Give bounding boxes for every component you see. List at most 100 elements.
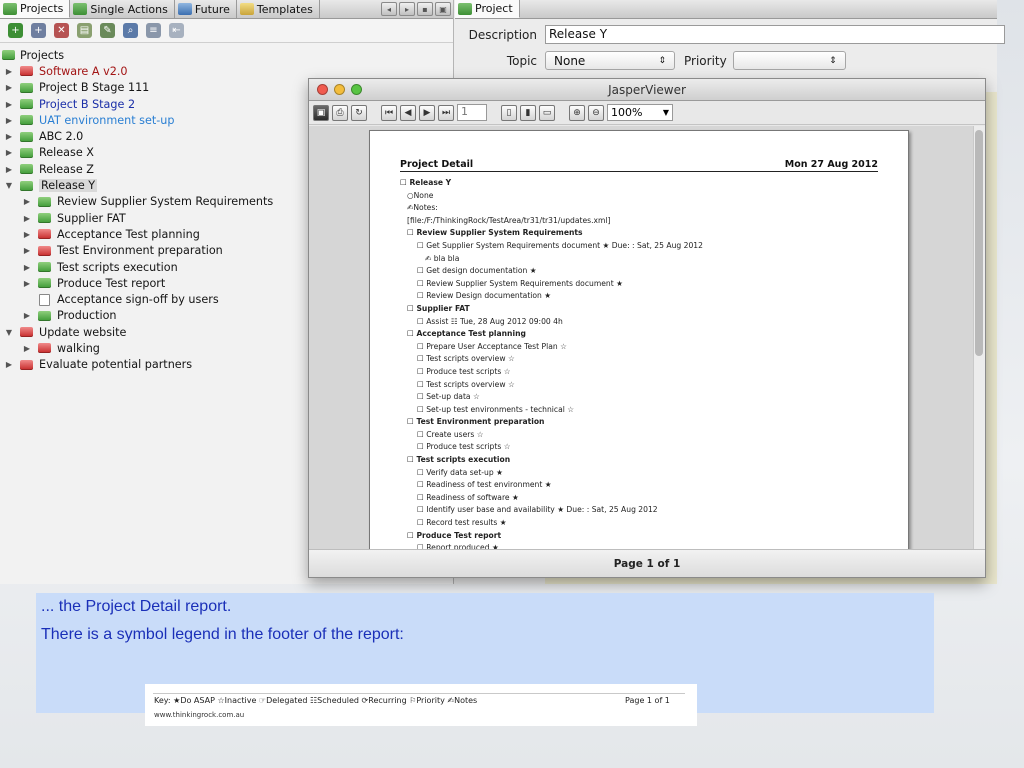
report-page: Project Detail Mon 27 Aug 2012 ☐ Release…: [369, 130, 909, 550]
report-item-line: ☐ Review Supplier System Requirements do…: [417, 278, 623, 288]
report-item-line: ☐ Identify user base and availability ★ …: [417, 505, 658, 515]
description-input[interactable]: Release Y: [545, 25, 1005, 44]
report-item-line: ☐ Readiness of test environment ★: [417, 480, 552, 490]
tab-single-actions[interactable]: Single Actions: [70, 0, 175, 18]
project-folder-icon: [20, 180, 33, 191]
project-folder-icon: [38, 310, 51, 321]
jasper-viewer-window: JasperViewer ▣ ⎙ ↻ ⏮ ◀ ▶ ⏭ 1 ▯ ▮ ▭ ⊕ ⊖ 1…: [308, 78, 986, 578]
tree-item-label: Test Environment preparation: [57, 244, 223, 258]
fit-page-icon[interactable]: ▮: [520, 104, 536, 121]
zoom-out-icon[interactable]: ⊖: [588, 104, 604, 121]
collapsed-arrow-icon[interactable]: ▶: [22, 279, 32, 288]
topic-value: None: [554, 53, 586, 68]
project-folder-icon: [38, 278, 51, 289]
tab-project[interactable]: Project: [455, 0, 520, 18]
updown-arrow-icon: ⇕: [829, 55, 837, 66]
page-number-input[interactable]: 1: [457, 104, 487, 121]
collapsed-arrow-icon[interactable]: ▶: [4, 83, 14, 92]
tree-item[interactable]: Projects: [0, 47, 454, 63]
topic-select[interactable]: None ⇕: [545, 51, 675, 70]
collapsed-arrow-icon[interactable]: ▶: [22, 263, 32, 272]
collapsed-arrow-icon[interactable]: ▶: [4, 100, 14, 109]
tab-future[interactable]: Future: [175, 0, 237, 18]
paste-icon[interactable]: ▤: [77, 23, 92, 38]
collapsed-arrow-icon[interactable]: ▶: [22, 214, 32, 223]
templates-icon: [239, 3, 254, 15]
collapsed-arrow-icon[interactable]: ▶: [4, 116, 14, 125]
report-item-line: ☐ Verify data set-up ★: [417, 467, 503, 477]
collapsed-arrow-icon[interactable]: ▶: [22, 311, 32, 320]
inactive-project-icon: [20, 327, 33, 338]
report-item-line: ✍ bla bla: [425, 253, 460, 263]
tab-projects[interactable]: Projects: [0, 0, 71, 18]
collapsed-arrow-icon[interactable]: ▶: [4, 132, 14, 141]
tree-item-label: Release Z: [39, 162, 94, 176]
report-item-line: ☐ Produce test scripts ☆: [417, 442, 511, 452]
tree-item-label: Review Supplier System Requirements: [57, 195, 274, 209]
report-item-line: ☐ Get Supplier System Requirements docum…: [417, 240, 703, 250]
previous-page-icon[interactable]: ◀: [400, 104, 416, 121]
print-icon[interactable]: ⎙: [332, 104, 348, 121]
add-project-icon[interactable]: +: [8, 23, 23, 38]
projects-icon: [3, 2, 17, 15]
search-icon[interactable]: ⌕: [123, 23, 138, 38]
report-lines: ☐ Release Y ○None ✍Notes: [file:/F:/Thinkin…: [400, 177, 900, 550]
fit-width-icon[interactable]: ▭: [539, 104, 555, 121]
report-viewport[interactable]: Project Detail Mon 27 Aug 2012 ☐ Release…: [309, 126, 985, 550]
scrollbar-thumb[interactable]: [975, 130, 983, 356]
reload-icon[interactable]: ↻: [351, 104, 367, 121]
last-page-icon[interactable]: ⏭: [438, 104, 454, 121]
minimize-button[interactable]: ▪: [417, 2, 433, 16]
actual-size-icon[interactable]: ▯: [501, 104, 517, 121]
tab-label: Projects: [20, 2, 64, 15]
vertical-scrollbar[interactable]: [973, 126, 985, 550]
zoom-in-icon[interactable]: ⊕: [569, 104, 585, 121]
expanded-arrow-icon[interactable]: ▼: [4, 328, 14, 337]
tree-item-label: Release Y: [39, 179, 98, 193]
action-icon: [39, 293, 50, 306]
minimize-window-button[interactable]: [334, 84, 345, 95]
zoom-window-button[interactable]: [351, 84, 362, 95]
collapse-icon[interactable]: ⇤: [169, 23, 184, 38]
description-row: Description Release Y: [455, 25, 1005, 44]
collapsed-arrow-icon[interactable]: ▶: [4, 165, 14, 174]
collapsed-arrow-icon[interactable]: ▶: [22, 344, 32, 353]
tab-label: Single Actions: [90, 2, 168, 16]
first-page-icon[interactable]: ⏮: [381, 104, 397, 121]
expanded-arrow-icon[interactable]: ▼: [4, 181, 14, 190]
delete-icon[interactable]: ✕: [54, 23, 69, 38]
tree-item-label: Acceptance sign-off by users: [57, 293, 219, 307]
maximize-button[interactable]: ▣: [435, 2, 451, 16]
edit-icon[interactable]: ✎: [100, 23, 115, 38]
tree-item-label: UAT environment set-up: [39, 113, 175, 127]
inactive-project-icon: [38, 343, 51, 354]
priority-select[interactable]: ⇕: [732, 51, 846, 70]
tree-item-label: Test scripts execution: [57, 260, 178, 274]
scroll-right-button[interactable]: ▸: [399, 2, 415, 16]
collapsed-arrow-icon[interactable]: ▶: [22, 230, 32, 239]
tree-item-label: Evaluate potential partners: [39, 358, 193, 372]
report-item-line: ☐ Test scripts overview ☆: [417, 354, 515, 364]
scroll-left-button[interactable]: ◂: [381, 2, 397, 16]
list-icon[interactable]: ≡: [146, 23, 161, 38]
tree-item-label: walking: [57, 341, 100, 355]
tab-templates[interactable]: Templates: [237, 0, 320, 18]
collapsed-arrow-icon[interactable]: ▶: [4, 360, 14, 369]
report-footer-legend: Key: ★Do ASAP ☆Inactive ☞Delegated ☷Sche…: [145, 684, 697, 726]
zoom-select[interactable]: 100% ▼: [607, 104, 673, 121]
report-group-line: ☐ Produce Test report: [407, 530, 502, 540]
project-folder-icon: [20, 115, 33, 126]
report-item-line: ☐ Create users ☆: [417, 429, 484, 439]
report-group-line: ☐ Acceptance Test planning: [407, 329, 526, 339]
topic-row: Topic None ⇕ Priority ⇕: [455, 51, 846, 70]
collapsed-arrow-icon[interactable]: ▶: [4, 67, 14, 76]
page-status: Page 1 of 1: [309, 549, 985, 577]
save-icon[interactable]: ▣: [313, 104, 329, 121]
next-page-icon[interactable]: ▶: [419, 104, 435, 121]
collapsed-arrow-icon[interactable]: ▶: [4, 148, 14, 157]
close-window-button[interactable]: [317, 84, 328, 95]
collapsed-arrow-icon[interactable]: ▶: [22, 246, 32, 255]
collapsed-arrow-icon[interactable]: ▶: [22, 197, 32, 206]
tree-item-label: Update website: [39, 325, 127, 339]
add-action-icon[interactable]: +: [31, 23, 46, 38]
